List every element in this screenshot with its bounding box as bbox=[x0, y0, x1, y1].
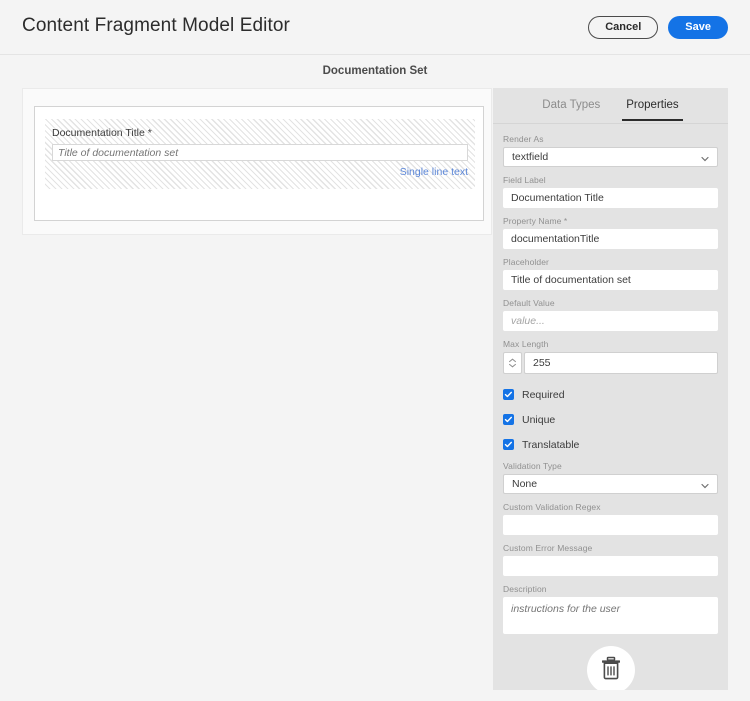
render-as-select[interactable]: textfield bbox=[503, 147, 718, 167]
header-actions: Cancel Save bbox=[588, 16, 728, 39]
chevron-down-icon bbox=[700, 152, 710, 162]
field-label: Documentation Title * bbox=[52, 127, 152, 139]
save-button[interactable]: Save bbox=[668, 16, 728, 39]
page-title: Content Fragment Model Editor bbox=[22, 15, 290, 36]
field-label-label: Field Label bbox=[503, 175, 546, 185]
app-header: Content Fragment Model Editor Cancel Sav… bbox=[0, 0, 750, 55]
panel-body: Render As textfield Field Label Document… bbox=[493, 124, 728, 690]
custom-error-message-label: Custom Error Message bbox=[503, 543, 593, 553]
validation-type-select[interactable]: None bbox=[503, 474, 718, 494]
max-length-input[interactable]: 255 bbox=[524, 352, 718, 374]
model-subtitle-bar: Documentation Set bbox=[0, 55, 750, 88]
field-group-custom-error-message: Custom Error Message bbox=[503, 543, 718, 576]
checkbox-required[interactable]: Required bbox=[503, 382, 718, 407]
field-group-placeholder: Placeholder Title of documentation set bbox=[503, 257, 718, 290]
chevron-down-icon-stepper[interactable] bbox=[508, 363, 517, 368]
tab-data-types[interactable]: Data Types bbox=[538, 88, 604, 121]
checkbox-translatable-label: Translatable bbox=[522, 438, 580, 451]
checkbox-required-label: Required bbox=[522, 388, 565, 401]
max-length-label: Max Length bbox=[503, 339, 549, 349]
custom-validation-regex-input[interactable] bbox=[503, 515, 718, 535]
chevron-down-icon bbox=[700, 479, 710, 489]
default-value-input[interactable]: value... bbox=[503, 311, 718, 331]
field-group-validation-type: Validation Type None bbox=[503, 461, 718, 494]
field-group-custom-validation-regex: Custom Validation Regex bbox=[503, 502, 718, 535]
checkbox-unique-label: Unique bbox=[522, 413, 556, 426]
field-label-input[interactable]: Documentation Title bbox=[503, 188, 718, 208]
panel-tabbar: Data Types Properties bbox=[493, 88, 728, 124]
field-drop-region[interactable]: Documentation Title * Single line text bbox=[45, 119, 475, 189]
field-group-property-name: Property Name * documentationTitle bbox=[503, 216, 718, 249]
model-canvas: Documentation Title * Single line text bbox=[22, 88, 492, 235]
delete-field-button[interactable] bbox=[586, 646, 635, 690]
description-label: Description bbox=[503, 584, 547, 594]
render-as-value: textfield bbox=[512, 151, 549, 163]
checkmark-icon bbox=[503, 439, 514, 450]
field-group-max-length: Max Length 255 bbox=[503, 339, 718, 374]
validation-type-label: Validation Type bbox=[503, 461, 562, 471]
property-name-label: Property Name * bbox=[503, 216, 568, 226]
checkbox-unique[interactable]: Unique bbox=[503, 407, 718, 432]
checkbox-translatable[interactable]: Translatable bbox=[503, 432, 718, 457]
checkmark-icon bbox=[503, 389, 514, 400]
field-group-render-as: Render As textfield bbox=[503, 134, 718, 167]
checkmark-icon bbox=[503, 414, 514, 425]
description-textarea[interactable] bbox=[503, 597, 718, 634]
render-as-label: Render As bbox=[503, 134, 544, 144]
custom-validation-regex-label: Custom Validation Regex bbox=[503, 502, 601, 512]
field-group-field-label: Field Label Documentation Title bbox=[503, 175, 718, 208]
default-value-label: Default Value bbox=[503, 298, 555, 308]
tab-properties[interactable]: Properties bbox=[622, 88, 684, 121]
field-group-description: Description bbox=[503, 584, 718, 634]
max-length-stepper-row: 255 bbox=[503, 352, 718, 374]
field-type-link[interactable]: Single line text bbox=[400, 166, 468, 178]
properties-side-panel: Data Types Properties Render As textfiel… bbox=[493, 88, 728, 690]
field-preview-input[interactable] bbox=[52, 144, 468, 161]
trash-icon bbox=[600, 656, 622, 685]
property-name-input[interactable]: documentationTitle bbox=[503, 229, 718, 249]
model-name-label: Documentation Set bbox=[322, 65, 428, 77]
custom-error-message-input[interactable] bbox=[503, 556, 718, 576]
cancel-button[interactable]: Cancel bbox=[588, 16, 659, 39]
placeholder-input[interactable]: Title of documentation set bbox=[503, 270, 718, 290]
quantity-stepper[interactable] bbox=[503, 352, 522, 374]
field-group-default-value: Default Value value... bbox=[503, 298, 718, 331]
delete-field-wrap bbox=[503, 646, 718, 690]
placeholder-label: Placeholder bbox=[503, 257, 549, 267]
validation-type-value: None bbox=[512, 478, 538, 490]
field-card[interactable]: Documentation Title * Single line text bbox=[34, 106, 484, 221]
